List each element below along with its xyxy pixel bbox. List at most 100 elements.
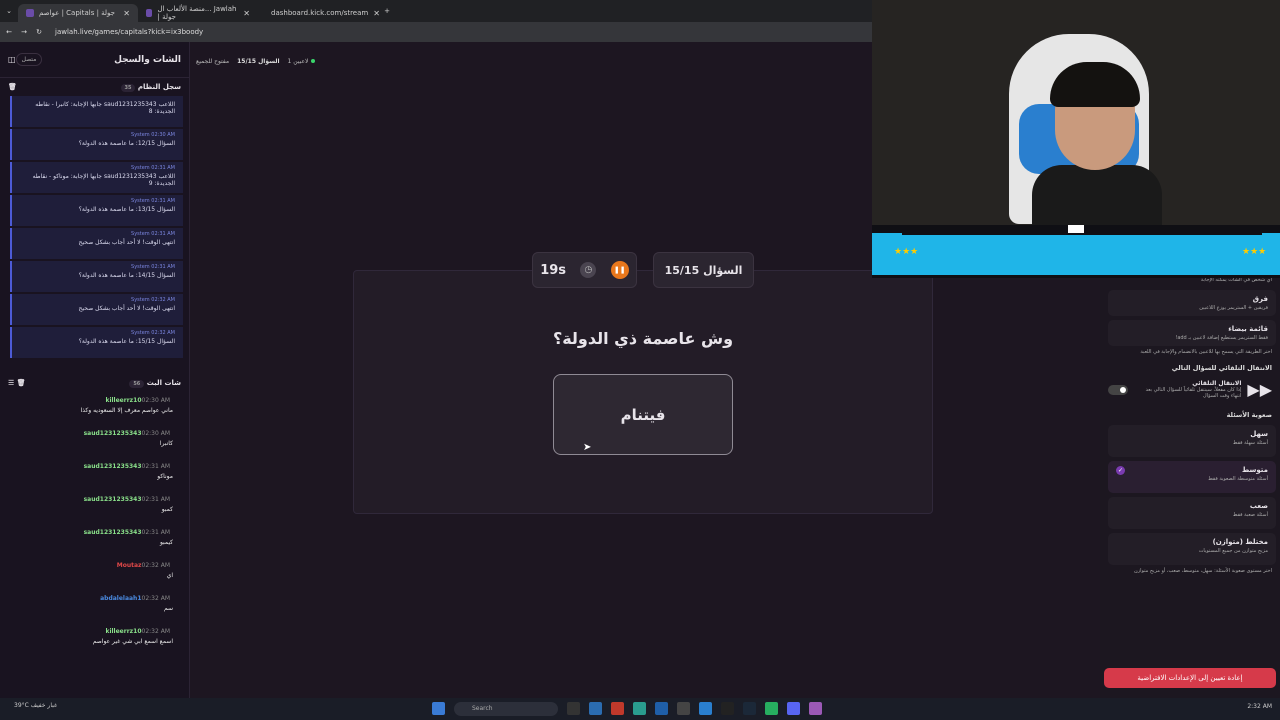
close-tab-icon[interactable]: ✕ xyxy=(123,9,130,18)
trash-icon[interactable]: 🗑 xyxy=(17,379,26,387)
chat-user[interactable]: saud1231235343 xyxy=(84,430,142,437)
address-bar: ← → ↻ jawlah.live/games/capitals?kick=ix… xyxy=(0,22,872,42)
discord-icon[interactable] xyxy=(787,702,800,715)
chat-user[interactable]: killeerrz10 xyxy=(105,628,141,635)
chat-time: 02:30 AM xyxy=(141,397,170,404)
chat-user[interactable]: killeerrz10 xyxy=(105,397,141,404)
players-count: 1 لاعبين xyxy=(287,58,309,65)
webcam-frame-bar: ★★★ ★★★ xyxy=(872,225,1280,278)
option-teams[interactable]: فرق فريقين + الستريمر يوزع اللاعبين xyxy=(1108,290,1276,316)
system-log-count: 35 xyxy=(120,84,136,92)
live-chat-header: ☰ 🗑 56 شات البث xyxy=(0,374,189,392)
chat-message: saud123123534302:31 AM موناكو xyxy=(0,460,189,493)
browser-tab-3[interactable]: dashboard.kick.com/stream ✕ xyxy=(258,4,380,22)
reset-defaults-button[interactable]: إعادة تعيين إلى الإعدادات الافتراضية xyxy=(1104,668,1276,688)
option-title: مختلط (متوازن) xyxy=(1212,538,1268,546)
option-desc: أسئلة متوسطة الصعوبة فقط xyxy=(1208,476,1268,482)
difficulty-mixed[interactable]: مختلط (متوازن) مزيج متوازن من جميع المستو… xyxy=(1108,533,1276,565)
new-tab-icon[interactable]: + xyxy=(378,7,396,15)
settings-panel: أي شخص في الشات يمكنه الإجابة فرق فريقين … xyxy=(1100,274,1280,698)
live-chat-list: killeerrz1002:30 AM ماني عواصم معرف إلا ا… xyxy=(0,392,189,658)
edge-icon[interactable] xyxy=(633,702,646,715)
collapse-panel-icon[interactable]: ◫ xyxy=(8,55,16,64)
app-icon[interactable] xyxy=(809,702,822,715)
chat-time: 02:32 AM xyxy=(141,628,170,635)
app-icon[interactable] xyxy=(589,702,602,715)
option-title: صعب xyxy=(1249,502,1268,510)
system-log-item: System 02:31 AM السؤال 13/15: ما عاصمة هذ… xyxy=(10,195,183,226)
log-message: السؤال 12/15: ما عاصمة هذه الدولة؟ xyxy=(78,140,175,147)
taskbar-clock[interactable]: 2:32 AM xyxy=(1247,703,1272,710)
chat-text: كمبو xyxy=(161,506,173,513)
taskbar-search[interactable]: Search xyxy=(454,702,558,716)
option-title: سهل xyxy=(1250,430,1268,438)
option-desc: فريقين + الستريمر يوزع اللاعبين xyxy=(1199,305,1268,311)
clock-icon: ◷ xyxy=(580,262,597,278)
windows-start-icon[interactable] xyxy=(432,702,445,715)
auto-next-title: الانتقال التلقائي xyxy=(1192,380,1242,387)
back-icon[interactable]: ← xyxy=(3,28,15,36)
option-whitelist[interactable]: قائمة بيضاء فقط الستريمر يستطيع إضافة لاع… xyxy=(1108,320,1276,346)
check-icon: ✓ xyxy=(1116,466,1125,475)
pause-button[interactable]: ❚❚ xyxy=(610,261,629,279)
option-title: فرق xyxy=(1252,295,1268,303)
chat-message: abdalelaah102:32 AM سم xyxy=(0,592,189,625)
log-message: اللاعب saud1231235343 جابها الإجابة: كان… xyxy=(35,101,175,115)
chat-user[interactable]: Moutaz xyxy=(117,562,142,569)
answer-card[interactable]: فيتنام xyxy=(553,374,733,455)
app-icon[interactable] xyxy=(611,702,624,715)
system-log-item: System 02:32 AM انتهى الوقت! لا أحد أجاب … xyxy=(10,294,183,325)
game-status-bar: مفتوح للجميع السؤال 15/15 1 لاعبين xyxy=(196,58,317,65)
log-message: السؤال 13/15: ما عاصمة هذه الدولة؟ xyxy=(78,206,175,213)
trash-icon[interactable]: 🗑 xyxy=(8,83,17,91)
option-title: قائمة بيضاء xyxy=(1228,325,1268,333)
question-counter: السؤال 15/15 xyxy=(653,252,754,288)
chat-user[interactable]: saud1231235343 xyxy=(84,463,142,470)
terminal-icon[interactable] xyxy=(721,702,734,715)
close-tab-icon[interactable]: ✕ xyxy=(243,9,250,18)
difficulty-hard[interactable]: صعب أسئلة صعبة فقط xyxy=(1108,497,1276,529)
log-message: انتهى الوقت! لا أحد أجاب بشكل صحيح xyxy=(78,239,175,246)
weather-widget[interactable]: 39°C غبار خفيف xyxy=(14,702,57,709)
task-view-icon[interactable] xyxy=(567,702,580,715)
jawlah-favicon-icon xyxy=(146,9,153,17)
live-chat-title: شات البث xyxy=(146,379,181,387)
system-log-item: اللاعب saud1231235343 جابها الإجابة: كان… xyxy=(10,96,183,127)
log-meta: System 02:31 AM xyxy=(131,165,175,171)
chat-user[interactable]: saud1231235343 xyxy=(84,496,142,503)
app-icon[interactable] xyxy=(677,702,690,715)
log-meta: System 02:32 AM xyxy=(131,297,175,303)
system-log-item: System 02:30 AM السؤال 12/15: ما عاصمة هذ… xyxy=(10,129,183,160)
system-log-title: سجل النظام xyxy=(137,83,181,91)
url-field[interactable]: jawlah.live/games/capitals?kick=ix3boody xyxy=(55,28,203,36)
tab-title: dashboard.kick.com/stream xyxy=(271,9,369,17)
live-dot-icon xyxy=(311,59,316,63)
difficulty-easy[interactable]: سهل أسئلة سهلة فقط xyxy=(1108,425,1276,457)
webcam-overlay: ★★★ ★★★ xyxy=(872,0,1280,278)
tab-menu-icon[interactable]: ⌄ xyxy=(0,7,18,15)
auto-next-heading: الانتقال التلقائي للسؤال التالي xyxy=(1171,364,1272,372)
brand-logo-icon xyxy=(1068,225,1084,233)
tab-title: عواصم | Capitals | جولة xyxy=(39,9,115,17)
chat-user[interactable]: saud1231235343 xyxy=(84,529,142,536)
chat-panel: ◫ متصل الشات والسجل 🗑 35 سجل النظام اللا… xyxy=(0,42,190,698)
browser-tab-1[interactable]: عواصم | Capitals | جولة ✕ xyxy=(18,4,138,22)
log-meta: System 02:31 AM xyxy=(131,231,175,237)
reload-icon[interactable]: ↻ xyxy=(33,28,45,36)
app-icon[interactable] xyxy=(765,702,778,715)
question-status: السؤال 15/15 xyxy=(237,58,280,65)
chat-user[interactable]: abdalelaah1 xyxy=(100,595,141,602)
timer-box: 19s ◷ ❚❚ xyxy=(532,252,637,288)
app-icon[interactable] xyxy=(655,702,668,715)
webcam-frame-blue xyxy=(872,233,1280,275)
app-icon[interactable] xyxy=(699,702,712,715)
difficulty-medium[interactable]: ✓ متوسط أسئلة متوسطة الصعوبة فقط xyxy=(1108,461,1276,493)
auto-next-toggle[interactable] xyxy=(1108,384,1128,395)
browser-tabbar: ⌄ عواصم | Capitals | جولة ✕ منصة الألعاب… xyxy=(0,0,872,22)
steam-icon[interactable] xyxy=(743,702,756,715)
chat-text: كانبرا xyxy=(159,440,173,447)
forward-icon[interactable]: → xyxy=(18,28,30,36)
log-meta: System 02:31 AM xyxy=(131,264,175,270)
browser-tab-2[interactable]: منصة الألعاب ال... Jawlah | جولة ✕ xyxy=(138,4,258,22)
filter-icon[interactable]: ☰ xyxy=(8,379,14,387)
